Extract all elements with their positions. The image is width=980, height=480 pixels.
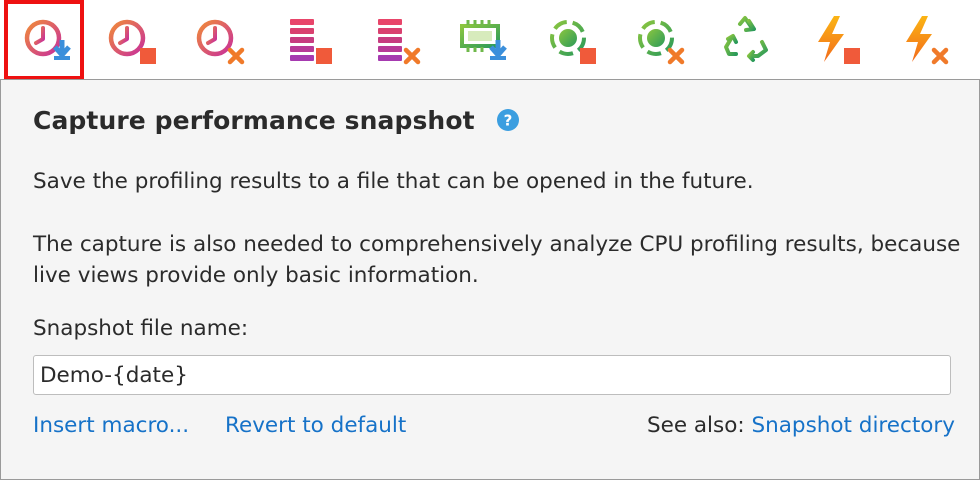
svg-text:?: ? bbox=[503, 112, 512, 130]
toolbar bbox=[0, 0, 980, 80]
stack-stop-icon bbox=[290, 19, 332, 64]
stop-cpu-profiling-button[interactable] bbox=[88, 0, 168, 80]
stack-clear-icon bbox=[378, 19, 421, 65]
chip-download-icon bbox=[460, 20, 507, 60]
snapshot-filename-input[interactable] bbox=[33, 355, 951, 395]
clear-object-counting-button[interactable] bbox=[616, 0, 696, 80]
lightning-stop-icon bbox=[818, 16, 860, 64]
revert-to-default-link[interactable]: Revert to default bbox=[225, 410, 406, 442]
dashed-circle-clear-icon bbox=[638, 20, 685, 65]
snapshot-directory-link[interactable]: Snapshot directory bbox=[751, 413, 955, 438]
recycle-icon bbox=[724, 16, 768, 62]
title-row: Capture performance snapshot ? bbox=[33, 102, 519, 138]
stop-object-counting-button[interactable] bbox=[528, 0, 608, 80]
clock-stop-icon bbox=[108, 19, 156, 64]
force-garbage-collection-button[interactable] bbox=[704, 0, 784, 80]
see-also: See also: Snapshot directory bbox=[647, 410, 955, 442]
insert-macro-link[interactable]: Insert macro... bbox=[33, 410, 189, 442]
filename-label: Snapshot file name: bbox=[33, 316, 249, 341]
capture-memory-snapshot-button[interactable] bbox=[440, 0, 520, 80]
clear-allocation-recording-button[interactable] bbox=[352, 0, 432, 80]
stop-allocation-recording-button[interactable] bbox=[264, 0, 344, 80]
clear-telemetry-button[interactable] bbox=[880, 0, 960, 80]
description-save: Save the profiling results to a file tha… bbox=[33, 169, 754, 194]
help-icon[interactable]: ? bbox=[496, 109, 519, 131]
clock-download-icon bbox=[24, 19, 71, 60]
dashed-circle-stop-icon bbox=[550, 20, 596, 64]
page-title: Capture performance snapshot bbox=[33, 105, 475, 135]
stop-telemetry-button[interactable] bbox=[792, 0, 872, 80]
snapshot-popup: Capture performance snapshot ? Save the … bbox=[0, 79, 980, 480]
lightning-clear-icon bbox=[906, 16, 949, 65]
capture-snapshot-button[interactable] bbox=[4, 0, 84, 80]
see-also-label: See also: bbox=[646, 413, 752, 438]
links-row: Insert macro... Revert to default See al… bbox=[33, 410, 955, 442]
clear-cpu-profiling-button[interactable] bbox=[176, 0, 256, 80]
clock-clear-icon bbox=[196, 19, 245, 65]
description-analyze: The capture is also needed to comprehens… bbox=[33, 232, 961, 288]
